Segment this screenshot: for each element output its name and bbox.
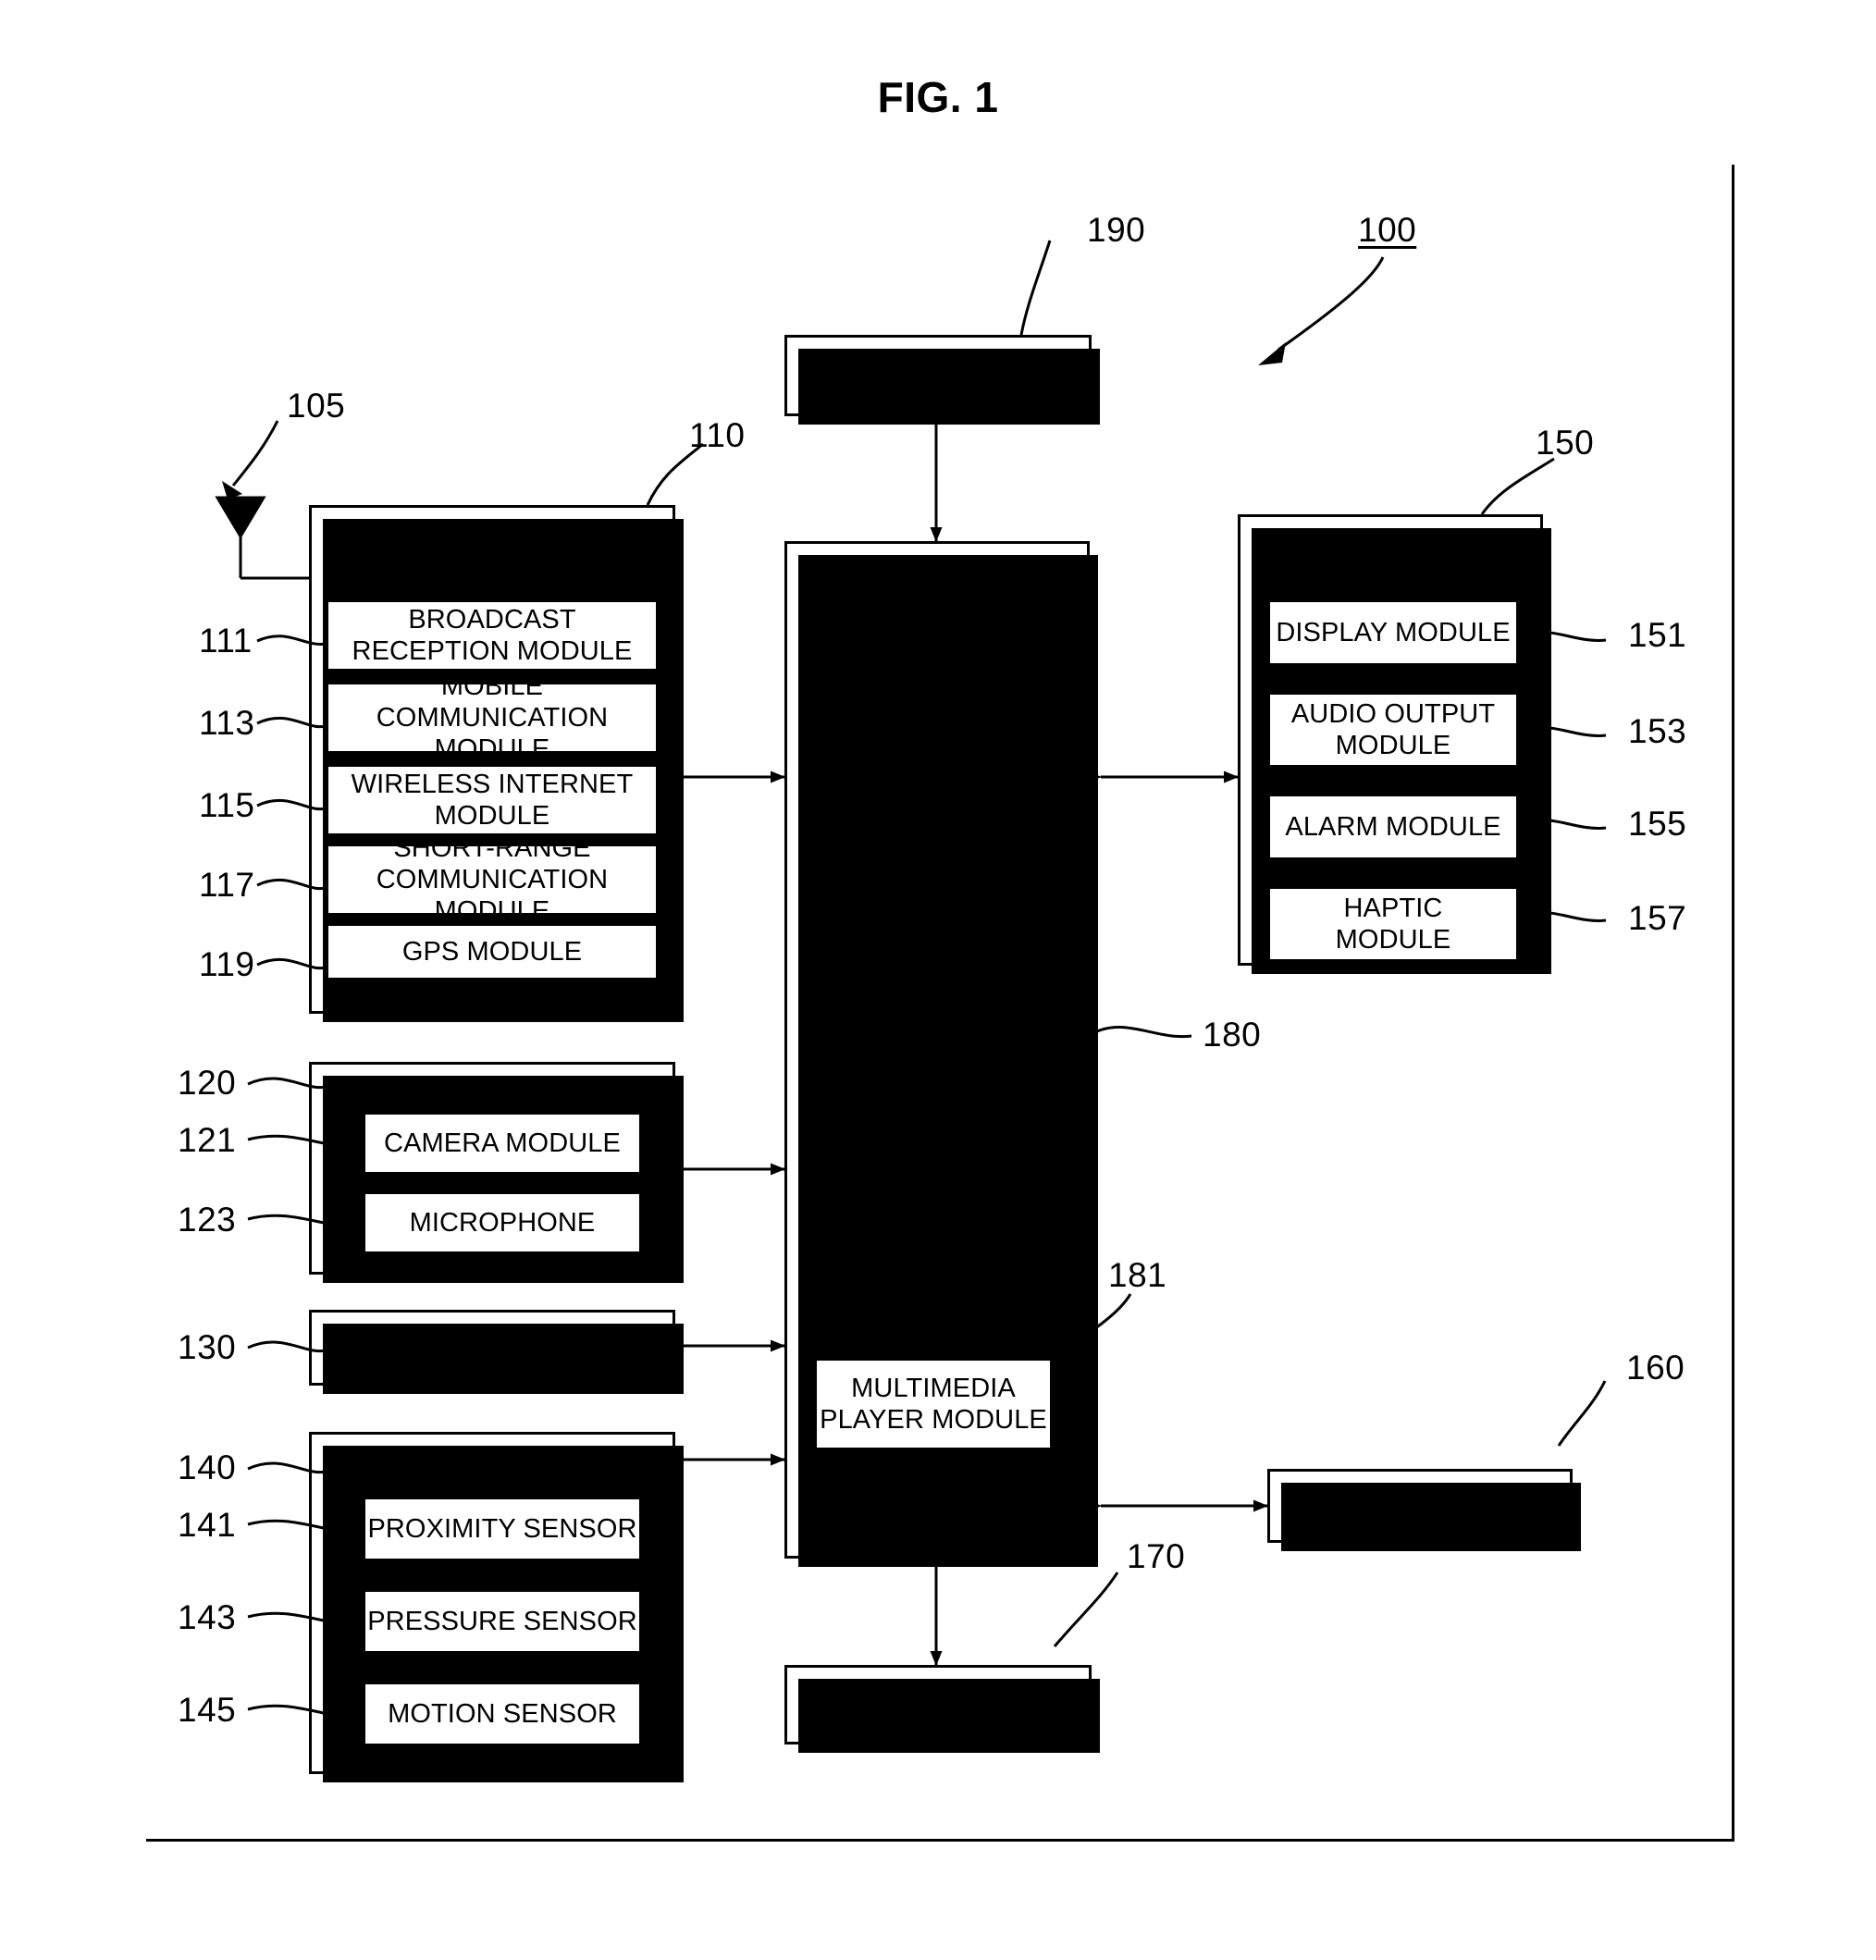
gps-module-box: GPS MODULE <box>326 923 659 980</box>
ref-180: 180 <box>1203 1016 1262 1054</box>
sheet-frame-right-rule <box>1732 165 1734 1841</box>
multimedia-player-module-label-line1: MULTIMEDIA <box>851 1374 1016 1403</box>
audio-output-module-label-line2: MODULE <box>1335 731 1451 760</box>
broadcast-reception-module-label-line2: RECEPTION MODULE <box>352 636 633 666</box>
ref-120: 120 <box>178 1064 237 1102</box>
ref-190: 190 <box>1087 211 1146 249</box>
memory-block: MEMORY <box>1267 1469 1581 1551</box>
interface-unit-block: INTERFACE UNIT <box>784 1665 1100 1753</box>
camera-module-label: CAMERA MODULE <box>384 1128 621 1158</box>
ref-130: 130 <box>178 1328 237 1366</box>
antenna-symbol <box>215 496 310 580</box>
display-module-label: DISPLAY MODULE <box>1276 618 1511 647</box>
power-supply-unit-label: POWER SUPPLY UNIT <box>796 361 1080 390</box>
pressure-sensor-label: PRESSURE SENSOR <box>367 1607 637 1636</box>
alarm-module-label: ALARM MODULE <box>1285 812 1501 842</box>
microphone-label: MICROPHONE <box>409 1208 596 1238</box>
ref-181: 181 <box>1108 1256 1167 1294</box>
ref-105-antenna: 105 <box>287 387 346 425</box>
memory-label: MEMORY <box>1360 1491 1480 1521</box>
haptic-module-box: HAPTIC MODULE <box>1267 886 1519 962</box>
ref-157: 157 <box>1628 899 1687 937</box>
ref-115: 115 <box>199 786 255 824</box>
ref-111: 111 <box>199 622 253 659</box>
display-module-box: DISPLAY MODULE <box>1267 599 1519 666</box>
audio-output-module-label-line1: AUDIO OUTPUT <box>1290 699 1496 729</box>
gps-module-label: GPS MODULE <box>401 937 583 967</box>
ref-155: 155 <box>1628 805 1687 843</box>
multimedia-player-module-box: MULTIMEDIA PLAYER MODULE <box>814 1358 1053 1450</box>
interface-unit-label: INTERFACE UNIT <box>827 1690 1049 1720</box>
sensing-unit-label: SENSING UNIT <box>395 1447 589 1476</box>
wireless-communication-unit-label-line2: COMMUNICATION UNIT <box>339 551 645 581</box>
ref-140: 140 <box>178 1448 237 1486</box>
ref-160: 160 <box>1626 1349 1685 1387</box>
ref-170: 170 <box>1127 1537 1186 1575</box>
ref-150: 150 <box>1536 424 1595 462</box>
haptic-module-label-line1: HAPTIC <box>1343 894 1443 923</box>
ref-113: 113 <box>199 704 255 742</box>
patent-figure-page: FIG. 1 POWER SUPPLY UNIT 190 100 105 WIR… <box>0 0 1876 1960</box>
output-unit-label: OUTPUT UNIT <box>1299 529 1482 559</box>
user-input-unit-block: USER INPUT UNIT <box>309 1310 684 1394</box>
wireless-internet-module-box: WIRELESS INTERNET MODULE <box>326 764 659 836</box>
wireless-communication-unit-label-line1: WIRELESS <box>422 520 562 549</box>
wireless-internet-module-label-line1: WIRELESS INTERNET <box>351 770 634 799</box>
ref-141: 141 <box>178 1506 237 1544</box>
mobile-communication-module-box: MOBILE COMMUNICATION MODULE <box>326 672 659 764</box>
proximity-sensor-box: PROXIMITY SENSOR <box>363 1497 642 1561</box>
camera-module-box: CAMERA MODULE <box>363 1112 642 1175</box>
ref-151: 151 <box>1628 616 1687 654</box>
audio-output-module-box: AUDIO OUTPUT MODULE <box>1267 692 1519 768</box>
broadcast-reception-module-label-line1: BROADCAST <box>408 605 576 635</box>
mobile-communication-module-label-line2: MODULE <box>434 734 550 764</box>
sheet-frame-bottom-rule <box>146 1839 1734 1842</box>
pressure-sensor-box: PRESSURE SENSOR <box>363 1589 642 1654</box>
ref-121: 121 <box>178 1121 237 1159</box>
short-range-communication-module-label-line2: COMMUNICATION MODULE <box>376 865 609 926</box>
wireless-internet-module-label-line2: MODULE <box>434 801 550 831</box>
av-input-unit-label: A/V INPUT UNIT <box>390 1077 594 1106</box>
ref-119: 119 <box>199 945 255 983</box>
ref-123: 123 <box>178 1201 237 1239</box>
ref-100-system: 100 <box>1358 211 1417 249</box>
power-supply-unit-block: POWER SUPPLY UNIT <box>784 335 1100 425</box>
microphone-box: MICROPHONE <box>363 1191 642 1254</box>
ref-110: 110 <box>689 416 746 454</box>
ref-143: 143 <box>178 1598 237 1636</box>
haptic-module-label-line2: MODULE <box>1335 925 1451 955</box>
mobile-communication-module-label-line1: MOBILE COMMUNICATION <box>376 672 609 733</box>
short-range-communication-module-box: SHORT-RANGE COMMUNICATION MODULE <box>326 833 659 926</box>
user-input-unit-label: USER INPUT UNIT <box>376 1333 609 1362</box>
ref-145: 145 <box>178 1691 237 1729</box>
short-range-communication-module-label-line1: SHORT-RANGE <box>393 833 591 863</box>
motion-sensor-label: MOTION SENSOR <box>388 1699 617 1729</box>
ref-117: 117 <box>199 866 255 904</box>
alarm-module-box: ALARM MODULE <box>1267 794 1519 860</box>
motion-sensor-box: MOTION SENSOR <box>363 1682 642 1746</box>
ref-153: 153 <box>1628 712 1687 750</box>
proximity-sensor-label: PROXIMITY SENSOR <box>367 1514 637 1544</box>
broadcast-reception-module-box: BROADCAST RECEPTION MODULE <box>326 599 659 672</box>
controller-label: CONTROLLER <box>844 1012 1031 1042</box>
figure-title: FIG. 1 <box>877 73 999 121</box>
multimedia-player-module-label-line2: PLAYER MODULE <box>820 1405 1047 1435</box>
